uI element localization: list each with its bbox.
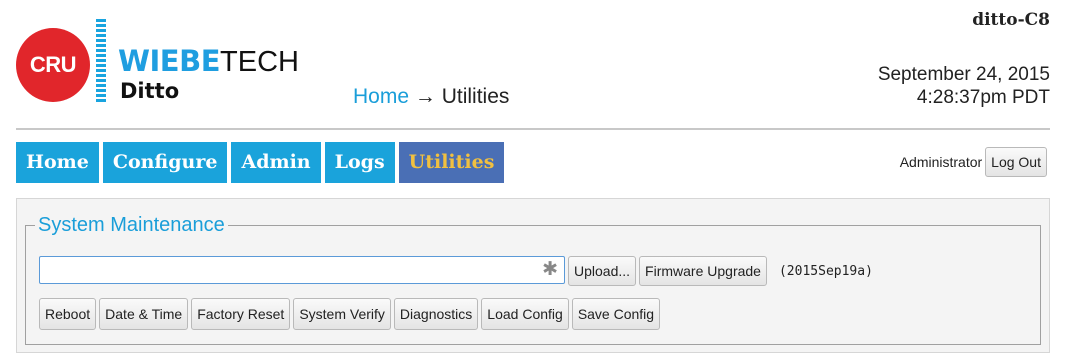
- save-config-button[interactable]: Save Config: [571, 298, 661, 330]
- user-area: Administrator Log Out: [900, 147, 1050, 177]
- main-nav: Home Configure Admin Logs Utilities: [16, 142, 508, 183]
- header-divider: [16, 128, 1050, 130]
- firmware-file-field[interactable]: ✱: [39, 256, 565, 284]
- factory-reset-button[interactable]: Factory Reset: [191, 298, 291, 330]
- product-name: Ditto: [120, 79, 180, 103]
- nav-tab-home[interactable]: Home: [16, 142, 99, 183]
- nav-tab-utilities[interactable]: Utilities: [398, 142, 505, 183]
- system-maintenance-legend: System Maintenance: [35, 214, 228, 236]
- datetime: September 24, 2015 4:28:37pm PDT: [878, 63, 1050, 109]
- maintenance-actions: Reboot Date & Time Factory Reset System …: [39, 298, 663, 330]
- clear-asterisk-icon[interactable]: ✱: [542, 260, 558, 280]
- upload-row: Upload... Firmware Upgrade (2015Sep19a): [568, 256, 873, 286]
- brand-name-bold: WIEBE: [118, 44, 221, 78]
- nav-tab-configure[interactable]: Configure: [102, 142, 228, 183]
- username: Administrator: [899, 154, 983, 170]
- current-time: 4:28:37pm PDT: [916, 87, 1050, 108]
- nav-tab-admin[interactable]: Admin: [231, 142, 321, 183]
- breadcrumb: Home → Utilities: [353, 85, 509, 109]
- logo-dash-bar-icon: [96, 19, 106, 105]
- cru-logo-text: CRU: [29, 52, 77, 77]
- system-verify-button[interactable]: System Verify: [293, 298, 391, 330]
- breadcrumb-separator: →: [414, 85, 436, 108]
- reboot-button[interactable]: Reboot: [39, 298, 97, 330]
- nav-tab-logs[interactable]: Logs: [324, 142, 395, 183]
- hostname: ditto-C8: [972, 10, 1050, 30]
- system-maintenance-panel: System Maintenance ✱ Upload... Firmware …: [16, 198, 1050, 353]
- brand-name-light: TECH: [220, 46, 299, 78]
- firmware-upgrade-button[interactable]: Firmware Upgrade: [639, 256, 767, 286]
- breadcrumb-home[interactable]: Home: [353, 85, 409, 108]
- load-config-button[interactable]: Load Config: [481, 298, 569, 330]
- upload-button[interactable]: Upload...: [568, 256, 637, 286]
- brand-name: WIEBETECH: [118, 46, 299, 77]
- date-time-button[interactable]: Date & Time: [99, 298, 189, 330]
- firmware-version: (2015Sep19a): [778, 263, 873, 279]
- current-date: September 24, 2015: [877, 64, 1050, 85]
- diagnostics-button[interactable]: Diagnostics: [393, 298, 479, 330]
- breadcrumb-current: Utilities: [441, 85, 510, 108]
- cru-wiebetech-logo: CRU WIEBETECH Ditto: [16, 19, 326, 109]
- logout-button[interactable]: Log Out: [985, 147, 1047, 177]
- firmware-file-input[interactable]: [44, 257, 538, 283]
